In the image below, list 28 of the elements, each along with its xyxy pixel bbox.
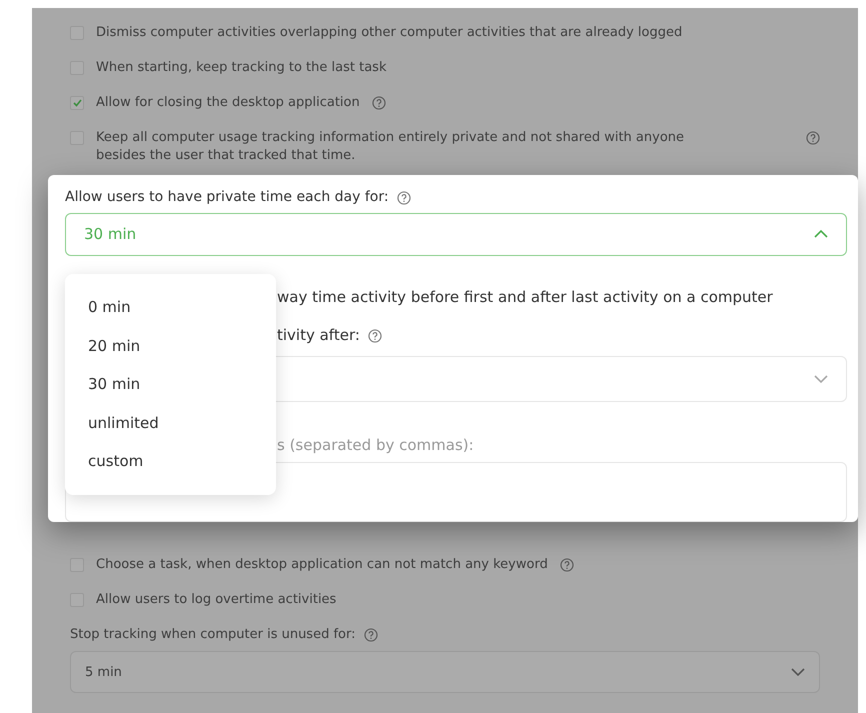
menu-item[interactable]: 20 min [65,326,276,365]
chevron-down-icon [814,374,828,383]
check-icon [72,99,82,107]
option-label: Allow for closing the desktop application [96,94,360,112]
menu-item[interactable]: custom [65,442,276,480]
option-label: Keep all computer usage tracking information entirely private and not shared with anyone besides the user that tracked that time. [96,129,686,165]
option-label: Dismiss computer activities overlapping other computer activities that are already logged [96,24,682,42]
menu-item[interactable]: 30 min [65,365,276,404]
checkbox[interactable] [70,96,84,110]
option-label: Choose a task, when desktop application can not match any keyword [96,556,548,574]
help-icon[interactable] [372,96,386,110]
help-icon[interactable] [806,131,820,145]
chevron-down-icon [791,668,805,676]
option-label: Allow users to log overtime activities [96,591,336,609]
select-field[interactable]: 5 min [70,651,820,693]
field-label: Stop tracking when computer is unused for: [70,626,356,642]
menu-item[interactable]: 0 min [65,288,276,326]
menu-item[interactable]: unlimited [65,404,276,442]
help-icon[interactable] [368,328,382,343]
option-label: When starting, keep tracking to the last task [96,59,386,77]
chevron-up-icon [814,230,828,238]
field-label: s (separated by commas): [277,436,474,454]
help-icon[interactable] [560,558,574,572]
field-label: tivity after: [277,326,360,344]
option-label: way time activity before first and after last activity on a computer [277,288,773,306]
help-icon[interactable] [364,628,378,642]
help-icon[interactable] [396,191,411,205]
field-label: Allow users to have private time each day for: [65,189,389,205]
